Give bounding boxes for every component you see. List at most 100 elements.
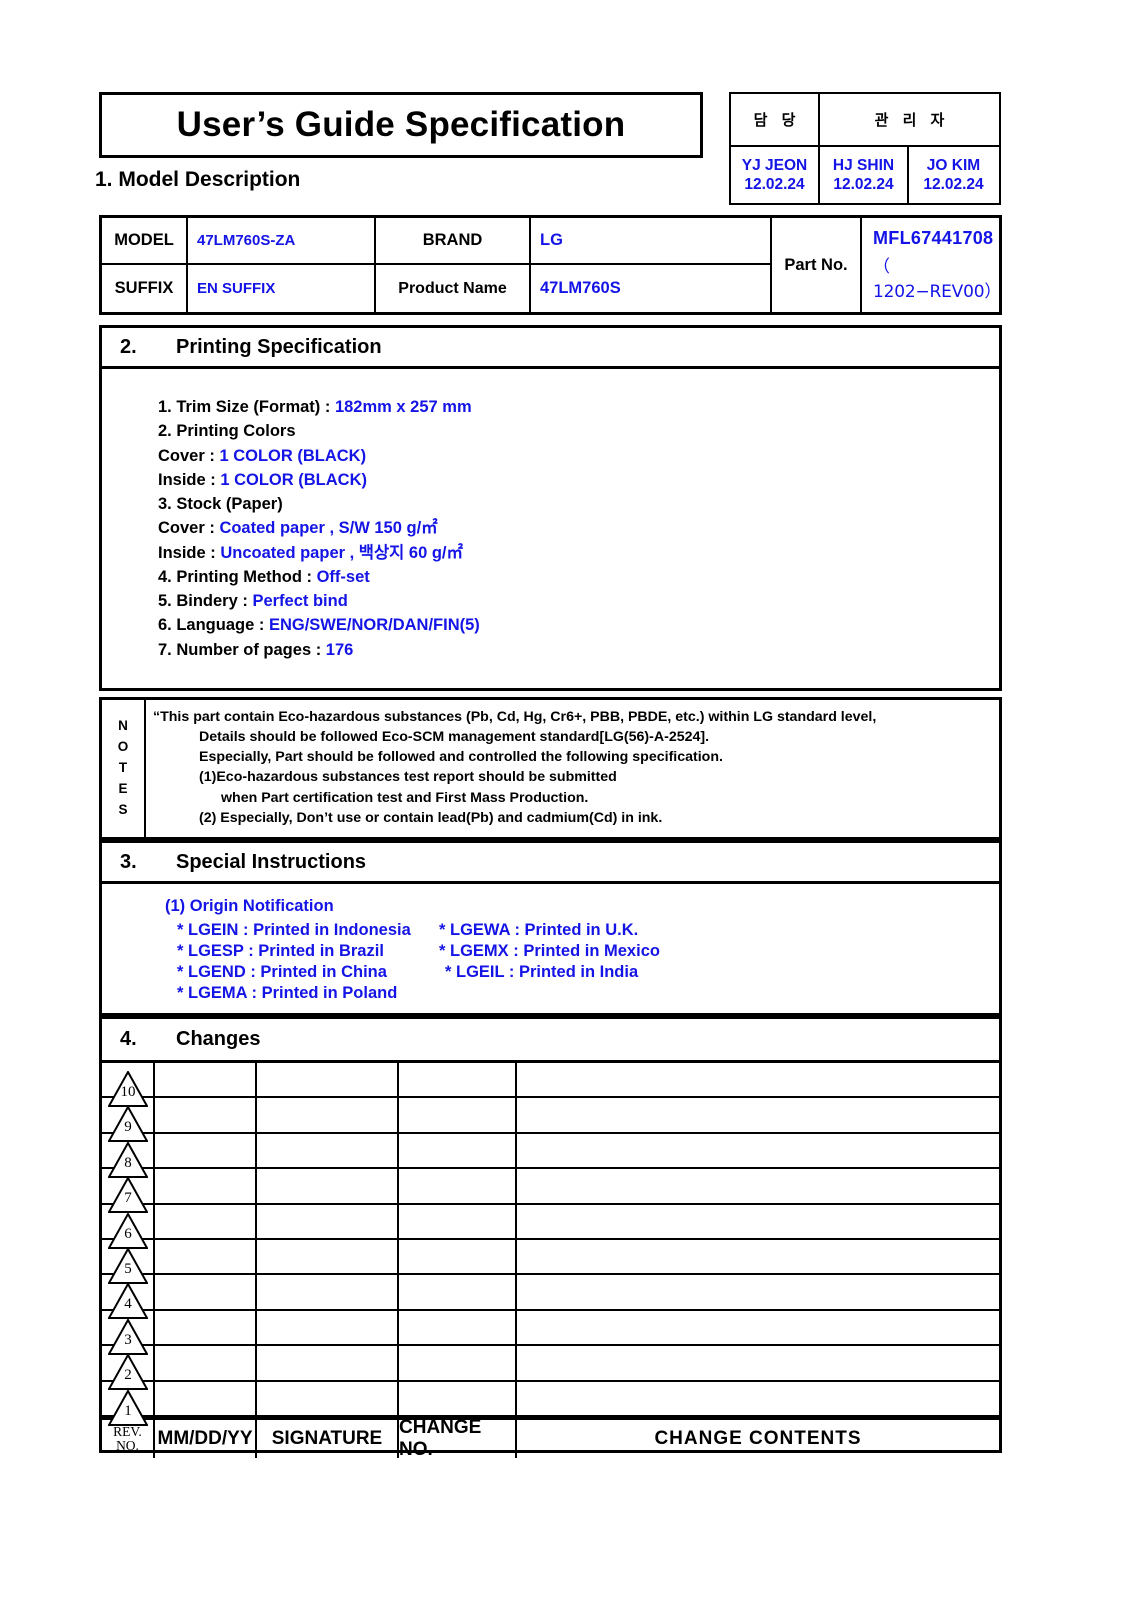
- printing-spec-item-label: 4. Printing Method :: [158, 567, 317, 586]
- changes-table: 10 9 8 7 6 5 4 3 2 1 REV. NO. MM/DD/YY SIGNATURE …: [99, 1063, 1002, 1460]
- notes-label-letter: E: [118, 780, 128, 796]
- suffix-row: SUFFIX EN SUFFIX Product Name 47LM760S: [102, 265, 770, 312]
- approval-names-row: YJ JEON 12.02.24 HJ SHIN 12.02.24 JO KIM…: [731, 147, 999, 204]
- brand-label: BRAND: [376, 218, 531, 263]
- change-signature-cell: [257, 1169, 399, 1203]
- section-1-heading: 1. Model Description: [95, 168, 300, 192]
- printing-spec-item: 2. Printing Colors: [158, 419, 999, 443]
- origin-entry-lgemx: * LGEMX : Printed in Mexico: [439, 942, 660, 961]
- notes-line-6: (2) Especially, Don’t use or contain lea…: [199, 809, 663, 826]
- printing-spec-item: 5. Bindery : Perfect bind: [158, 589, 999, 613]
- rev-label-line2: NO.: [116, 1437, 139, 1453]
- change-contents-cell: [517, 1311, 999, 1344]
- change-no-cell: [399, 1169, 517, 1203]
- change-no-cell: [399, 1133, 517, 1168]
- approval-col-header-manager: 관 리 자: [874, 112, 950, 129]
- change-signature-cell: [257, 1310, 399, 1345]
- printing-spec-item-label: 7. Number of pages :: [158, 640, 326, 659]
- changes-col-rev-no: REV. NO.: [102, 1419, 155, 1458]
- table-row: 2: [102, 1346, 999, 1391]
- printing-spec-item-label: Cover :: [158, 519, 220, 538]
- change-contents-cell: [517, 1382, 999, 1415]
- notes-text: “This part contain Eco-hazardous substan…: [146, 700, 999, 837]
- approval-table: 담 당 관 리 자 YJ JEON 12.02.24 HJ SHIN 12.02…: [729, 92, 1001, 205]
- change-contents-cell: [517, 1098, 999, 1131]
- part-no-label: Part No.: [770, 218, 860, 312]
- section-4-title: Changes: [176, 1028, 261, 1050]
- change-date-cell: [155, 1381, 257, 1415]
- printing-spec-item-label: Inside :: [158, 470, 221, 489]
- origin-row: * LGEMA : Printed in Poland: [165, 983, 999, 1004]
- origin-notification-title: (1) Origin Notification: [165, 897, 334, 915]
- model-value: 47LM760S-ZA: [188, 218, 376, 263]
- table-row: 6: [102, 1204, 999, 1249]
- change-contents-cell: [517, 1169, 999, 1202]
- notes-line-2: Details should be followed Eco-SCM manag…: [199, 729, 710, 746]
- table-row: 4: [102, 1275, 999, 1320]
- notes-line-5: when Part certification test and First M…: [221, 789, 589, 806]
- section-2-body: 1. Trim Size (Format) : 182mm x 257 mm 2.…: [99, 369, 1002, 691]
- change-signature-cell: [257, 1063, 399, 1097]
- section-4-number: 4.: [120, 1028, 137, 1050]
- change-signature-cell: [257, 1346, 399, 1380]
- printing-spec-item-label: 6. Language :: [158, 616, 269, 635]
- part-no-revision: （ 1202−REV00）: [873, 257, 1002, 302]
- model-label: MODEL: [102, 218, 188, 263]
- printing-spec-item-label: Inside :: [158, 543, 221, 562]
- change-no-cell: [399, 1310, 517, 1345]
- changes-table-header-row: REV. NO. MM/DD/YY SIGNATURE CHANGE NO. C…: [102, 1416, 999, 1460]
- printing-spec-item-value: Uncoated paper , 백상지 60 g/㎡: [220, 543, 464, 562]
- notes-box: NOTES “This part contain Eco-hazardous s…: [99, 697, 1002, 840]
- notes-label-letter: O: [117, 739, 129, 755]
- origin-notification-block: (1) Origin Notification * LGEIN : Printe…: [102, 884, 999, 1005]
- notes-line-3: Especially, Part should be followed and …: [199, 749, 723, 766]
- changes-rows-container: 10 9 8 7 6 5 4 3 2 1: [102, 1063, 999, 1426]
- approver-name-3: JO KIM: [926, 156, 981, 174]
- model-fields-group: MODEL 47LM760S-ZA BRAND LG SUFFIX EN SUF…: [102, 218, 770, 312]
- printing-spec-item-value: 182mm x 257 mm: [334, 398, 472, 416]
- change-date-cell: [155, 1310, 257, 1345]
- section-3-heading: 3. Special Instructions: [99, 840, 1002, 884]
- change-no-cell: [399, 1275, 517, 1309]
- printing-spec-item: 1. Trim Size (Format) : 182mm x 257 mm: [158, 395, 999, 419]
- printing-spec-item-label: 1. Trim Size (Format) :: [158, 398, 335, 416]
- origin-row: * LGESP : Printed in Brazil * LGEMX : Pr…: [165, 941, 999, 962]
- change-no-cell: [399, 1098, 517, 1132]
- part-no-value: MFL67441708: [873, 228, 994, 248]
- change-contents-cell: [517, 1346, 999, 1379]
- printing-spec-item-value: 1 COLOR (BLACK): [219, 446, 367, 465]
- suffix-value: EN SUFFIX: [188, 265, 376, 312]
- change-date-cell: [155, 1169, 257, 1203]
- revision-marker-cell: 5: [102, 1239, 155, 1284]
- section-3-title: Special Instructions: [176, 850, 367, 873]
- approver-date-2: 12.02.24: [833, 175, 894, 193]
- table-row: 8: [102, 1133, 999, 1178]
- table-row: 5: [102, 1239, 999, 1284]
- change-date-cell: [155, 1098, 257, 1132]
- notes-label-letter: T: [118, 760, 128, 776]
- notes-label: NOTES: [102, 700, 146, 837]
- change-no-cell: [399, 1381, 517, 1415]
- change-date-cell: [155, 1346, 257, 1380]
- notes-line-4: (1)Eco-hazardous substances test report …: [199, 769, 617, 786]
- printing-spec-list: 1. Trim Size (Format) : 182mm x 257 mm 2.…: [102, 369, 999, 662]
- approval-header-row: 담 당 관 리 자: [731, 94, 999, 147]
- printing-spec-item-value: Coated paper , S/W 150 g/㎡: [219, 519, 438, 538]
- change-signature-cell: [257, 1275, 399, 1309]
- brand-value: LG: [540, 231, 563, 249]
- section-2-number: 2.: [120, 335, 137, 358]
- printing-spec-item-label: 3. Stock (Paper): [158, 495, 283, 513]
- printing-spec-item-value: Perfect bind: [252, 592, 348, 610]
- origin-entry-lgend: * LGEND : Printed in China: [177, 963, 387, 982]
- change-contents-cell: [517, 1275, 999, 1308]
- product-name-value: 47LM760S: [540, 279, 621, 297]
- table-row: 10: [102, 1063, 999, 1107]
- revision-number: 1: [124, 1402, 132, 1419]
- printing-spec-item: 7. Number of pages : 176: [158, 638, 999, 662]
- section-2-title: Printing Specification: [176, 335, 382, 358]
- approver-cell-2: HJ SHIN 12.02.24: [820, 147, 909, 204]
- change-signature-cell: [257, 1133, 399, 1168]
- printing-spec-item-label: 5. Bindery :: [158, 592, 253, 610]
- table-row: 1: [102, 1381, 999, 1426]
- revision-marker-cell: 3: [102, 1310, 155, 1355]
